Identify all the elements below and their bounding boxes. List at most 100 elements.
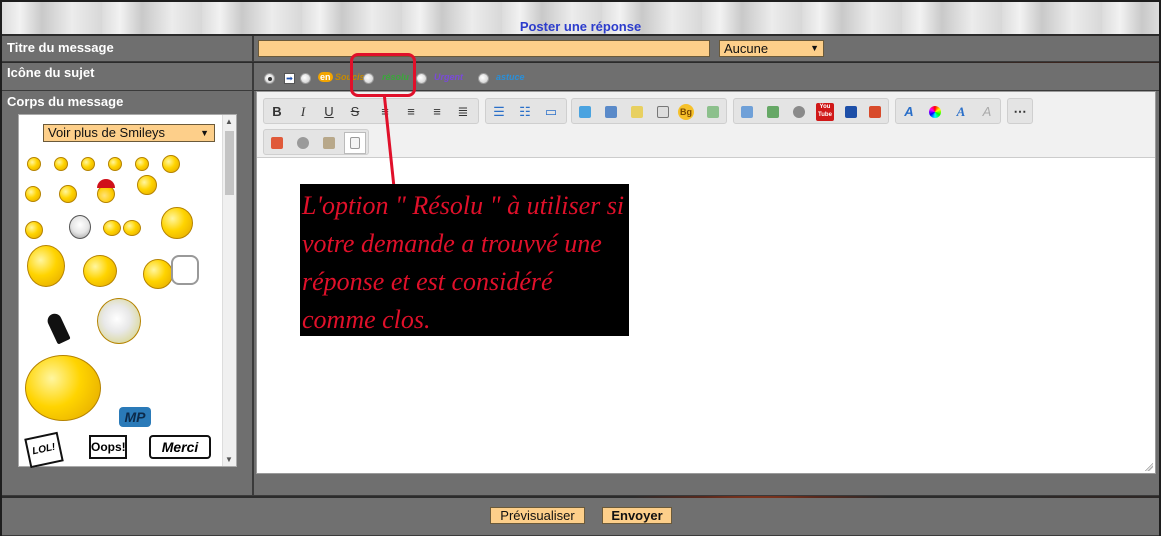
flash-icon[interactable]	[866, 103, 884, 121]
arrow-right-icon: ➡	[284, 73, 295, 84]
chevron-down-icon: ▼	[200, 128, 209, 138]
font-group: A A A	[895, 98, 1001, 124]
smiley-icon[interactable]	[54, 157, 68, 171]
link-icon[interactable]	[790, 103, 808, 121]
spoiler-icon[interactable]	[628, 103, 646, 121]
smiley-icon[interactable]	[83, 255, 117, 287]
mp-icon[interactable]: MP	[119, 407, 151, 427]
smiley-icon[interactable]	[123, 220, 141, 236]
icon-astuce: astuce	[496, 72, 525, 82]
timer-icon[interactable]	[294, 134, 312, 152]
color-wheel-icon	[929, 106, 941, 118]
title-label-cell: Titre du message	[2, 36, 254, 61]
scroll-down-icon[interactable]: ▼	[225, 455, 233, 464]
code-icon-shape	[605, 106, 617, 118]
hide-icon[interactable]	[654, 103, 672, 121]
youtube-button[interactable]: You Tube	[816, 103, 834, 121]
smileys-dropdown[interactable]: Voir plus de Smileys ▼	[43, 124, 215, 142]
chevron-down-icon: ▼	[810, 43, 819, 53]
more-group: ⋯	[1007, 98, 1033, 124]
dailymotion-icon[interactable]	[842, 103, 860, 121]
smiley-icon[interactable]	[108, 157, 122, 171]
body-label: Corps du message	[7, 94, 124, 109]
icon-urgent: Urgent	[434, 72, 463, 82]
oops-sign-icon[interactable]: Oops!	[89, 435, 127, 459]
color-select[interactable]: Aucune ▼	[719, 40, 824, 57]
align-center-icon[interactable]: ≡	[402, 103, 420, 121]
clear-format-icon[interactable]: A	[978, 103, 996, 121]
title-input[interactable]	[258, 40, 710, 57]
laughing-smiley-icon[interactable]	[25, 355, 101, 421]
underline-button[interactable]: U	[320, 103, 338, 121]
icon-radio-astuce[interactable]	[478, 73, 489, 84]
merci-sign-icon[interactable]: Merci	[149, 435, 211, 459]
bold-button[interactable]: B	[268, 103, 286, 121]
smiley-icon[interactable]	[135, 157, 149, 171]
smiley-icon[interactable]	[161, 207, 193, 239]
strike-button[interactable]: S	[346, 103, 364, 121]
table-icon[interactable]	[704, 103, 722, 121]
color-picker-icon[interactable]	[926, 103, 944, 121]
scroll-thumb[interactable]	[225, 131, 234, 195]
more-options-icon[interactable]: ⋯	[1011, 103, 1029, 121]
smiley-icon[interactable]	[27, 157, 41, 171]
highlight-box	[350, 53, 416, 97]
smiley-icon[interactable]	[25, 221, 43, 239]
image-icon[interactable]	[738, 103, 756, 121]
quote-icon[interactable]	[576, 103, 594, 121]
smiley-icon[interactable]	[81, 157, 95, 171]
host-image-icon-shape	[767, 106, 779, 118]
code-icon[interactable]	[602, 103, 620, 121]
align-right-icon[interactable]: ≡	[428, 103, 446, 121]
running-man-icon[interactable]	[45, 311, 71, 345]
text-format-group: B I U S ≡ ≡ ≡ ≣	[263, 98, 479, 124]
align-justify-icon[interactable]: ≣	[454, 103, 472, 121]
table-icon-shape	[707, 106, 719, 118]
editor-toolbar: B I U S ≡ ≡ ≡ ≣ ☰ ☷ ▭ Bg You Tube	[257, 92, 1155, 158]
page-title: Poster une réponse	[519, 19, 642, 34]
preview-button[interactable]: Prévisualiser	[490, 507, 585, 524]
smileys-scrollbar[interactable]: ▲ ▼	[222, 115, 236, 466]
title-label: Titre du message	[7, 40, 114, 55]
smiley-icon[interactable]	[25, 186, 41, 202]
paste-icon[interactable]	[320, 134, 338, 152]
font-size-icon[interactable]: A	[900, 103, 918, 121]
icon-label-cell: Icône du sujet	[2, 63, 254, 90]
image-icon-shape	[741, 106, 753, 118]
link-icon-shape	[793, 106, 805, 118]
icon-label: Icône du sujet	[7, 65, 95, 80]
smiley-icon[interactable]	[103, 220, 121, 236]
italic-button[interactable]: I	[294, 103, 312, 121]
scroll-up-icon[interactable]: ▲	[225, 117, 233, 126]
date-icon[interactable]	[268, 134, 286, 152]
resize-handle-icon[interactable]	[1145, 463, 1153, 471]
insert-group: Bg	[571, 98, 727, 124]
host-image-icon[interactable]	[764, 103, 782, 121]
source-mode-icon[interactable]	[344, 132, 366, 154]
font-family-icon[interactable]: A	[952, 103, 970, 121]
icon-radio-none[interactable]	[264, 73, 275, 84]
dailymotion-icon-shape	[845, 106, 857, 118]
bullet-list-icon[interactable]: ☰	[490, 103, 508, 121]
numbered-list-icon[interactable]: ☷	[516, 103, 534, 121]
actions-row: Prévisualiser Envoyer	[2, 498, 1159, 536]
lol-sign-icon[interactable]: LOL!	[24, 431, 64, 469]
misc-group	[263, 129, 369, 155]
smiley-icon[interactable]	[27, 245, 65, 287]
submit-button[interactable]: Envoyer	[602, 507, 672, 524]
smiley-icon[interactable]	[143, 259, 173, 289]
horizontal-rule-icon[interactable]: ▭	[542, 103, 560, 121]
hand-wave-icon	[171, 255, 199, 285]
icon-radio-soucis[interactable]	[300, 73, 311, 84]
smiley-icon[interactable]	[59, 185, 77, 203]
smiley-icon[interactable]	[137, 175, 157, 195]
smiley-icon[interactable]	[162, 155, 180, 173]
background-color-button[interactable]: Bg	[678, 104, 694, 120]
actions-left-cell	[2, 498, 254, 535]
list-group: ☰ ☷ ▭	[485, 98, 567, 124]
timer-icon-shape	[297, 137, 309, 149]
shocked-smiley-icon[interactable]	[97, 298, 141, 344]
annotation-callout: L'option " Résolu " à utiliser si votre …	[300, 184, 629, 336]
scared-smiley-icon[interactable]	[69, 215, 91, 239]
icon-radio-urgent[interactable]	[416, 73, 427, 84]
